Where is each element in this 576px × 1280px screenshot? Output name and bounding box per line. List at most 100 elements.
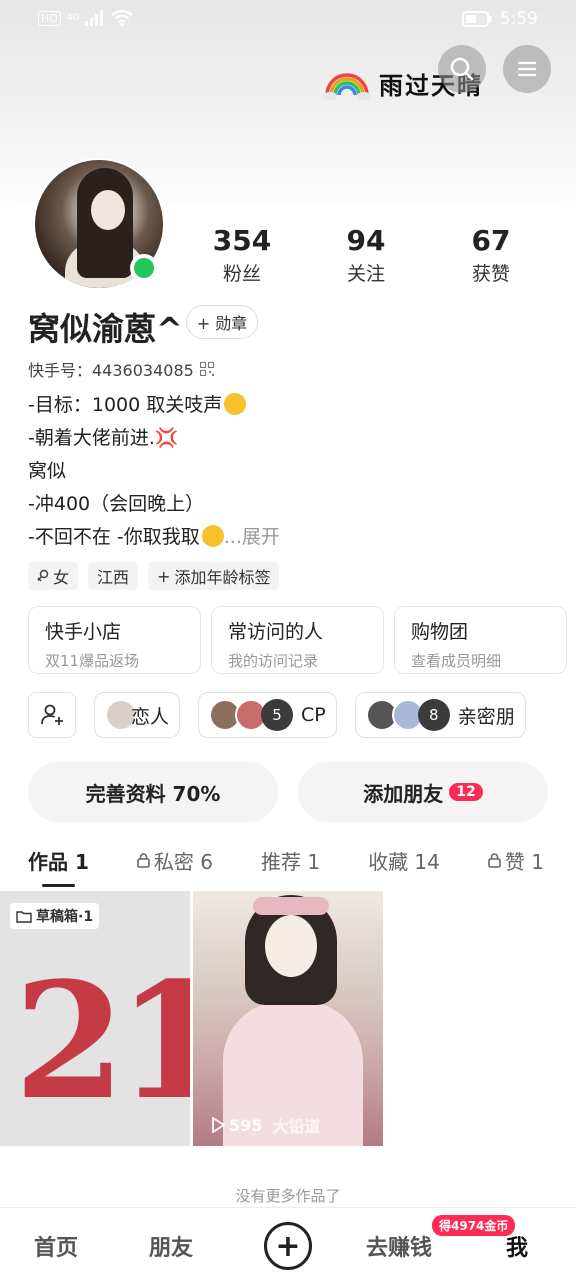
stat-label: 关注 [346,263,385,285]
quick-entry-row: 快手小店 双11爆品返场 常访问的人 我的访问记录 购物团 查看成员明细 [28,606,567,674]
coin-reward-badge: 得4974金币 [432,1215,516,1236]
add-badge-button[interactable]: + 勋章 [186,305,258,339]
tab-label: 赞 1 [504,850,544,874]
works-grid: 草稿箱·1 21 595 大铅道 [0,891,383,1146]
nav-earn[interactable]: 去赚钱 [366,1230,432,1262]
tag-label: 添加年龄标签 [174,568,271,587]
clock: 5:59 [499,9,538,29]
wink-emoji-icon [224,393,247,415]
profile-actions: 完善资料 70% 添加朋友 12 [28,762,548,822]
relation-label: 恋人 [131,705,170,728]
tab-label: 推荐 1 [260,850,321,874]
card-title: 常访问的人 [228,621,324,643]
kuaishou-shop-card[interactable]: 快手小店 双11爆品返场 [28,606,201,674]
bio-expand-link[interactable]: ...展开 [224,526,280,548]
hd-indicator: HD [38,10,61,26]
card-subtitle: 我的访问记录 [228,652,319,670]
folder-icon [16,910,32,923]
wifi-icon [111,10,134,26]
tag-add-age[interactable]: + 添加年龄标签 [148,562,280,590]
card-subtitle: 双11爆品返场 [45,652,140,670]
bio-line-5: -不回不在 -你取我取 ...展开 [28,522,280,549]
card-subtitle: 查看成员明细 [411,652,502,670]
stat-label: 获赞 [471,263,510,285]
video-thumbnail-face [265,915,317,977]
no-more-works: 没有更多作品了 [235,1187,341,1205]
relation-close-friends[interactable]: 8 亲密朋 [354,692,526,738]
profile-name: 窝似渝蒽^ [28,310,183,348]
lock-icon [137,853,150,868]
relation-extra-count: 8 [417,699,450,731]
qr-code-icon[interactable] [199,362,214,376]
add-relation-button[interactable] [28,692,76,738]
profile-tags: 女 江西 + 添加年龄标签 [28,562,280,590]
nav-home[interactable]: 首页 [34,1230,78,1262]
upside-down-emoji-icon [201,525,224,547]
stat-label: 粉丝 [222,263,261,285]
play-count-value: 595 [229,1115,263,1135]
bottom-nav: 首页 朋友 + 去赚钱 得4974金币 我 [0,1207,576,1280]
female-icon [37,569,49,582]
kuaishou-id: 快手号：4436034085 [28,357,214,381]
card-title: 购物团 [411,621,469,643]
video-tile[interactable]: 595 大铅道 [193,891,383,1146]
tab-private[interactable]: 私密 6 [137,846,213,875]
draft-cover-number: 21 [14,947,190,1135]
tag-gender[interactable]: 女 [28,562,79,590]
tab-label: 收藏 14 [368,850,440,874]
button-label: 添加朋友 [363,781,444,806]
tab-favorites[interactable]: 收藏 14 [368,846,440,875]
anger-emoji-icon: 💢 [154,427,179,449]
avatar-face [91,190,125,230]
video-caption: 大铅道 [272,1117,321,1136]
tab-label: 私密 6 [153,850,213,874]
complete-profile-button[interactable]: 完善资料 70% [28,762,278,822]
stat-fans[interactable]: 354 粉丝 [187,225,297,286]
network-type: 4G [66,13,80,23]
shopping-group-card[interactable]: 购物团 查看成员明细 [394,606,567,674]
stat-likes[interactable]: 67 获赞 [436,225,546,286]
lock-icon [488,853,501,868]
play-icon [212,1117,225,1133]
card-title: 快手小店 [45,621,122,643]
relations-row: 恋人 5 CP 8 亲密朋 [28,692,526,738]
tab-likes[interactable]: 赞 1 [488,846,544,875]
relation-extra-count: 5 [261,699,294,731]
relation-label: CP [301,704,326,726]
content-tabs: 作品 1 私密 6 推荐 1 收藏 14 赞 1 [28,846,576,887]
bio-line-4: -冲400（会回晚上） [28,493,205,515]
menu-icon [518,61,536,77]
status-bar: HD 4G 5:59 [0,0,576,40]
tab-label: 作品 1 [28,850,89,874]
add-person-icon [41,704,63,725]
kuaishou-id-text: 快手号：4436034085 [28,361,194,380]
create-button[interactable]: + [264,1222,312,1270]
menu-button[interactable] [503,45,551,93]
tag-label: 江西 [97,568,130,587]
battery-icon [461,11,492,27]
bio-line-2-text: -朝着大佬前进. [28,427,155,449]
button-label: 完善资料 70% [85,781,221,806]
relation-lover[interactable]: 恋人 [94,692,181,738]
relation-cp[interactable]: 5 CP [198,692,337,738]
plus-icon: + [275,1228,301,1264]
draft-box-tile[interactable]: 草稿箱·1 21 [0,891,190,1146]
rainbow-icon [323,72,371,100]
tag-label: 女 [53,568,70,587]
stat-following[interactable]: 94 关注 [311,225,421,286]
plus-icon: + [157,566,171,586]
search-button[interactable] [438,45,486,93]
tab-recommend[interactable]: 推荐 1 [261,846,320,875]
draft-label-text: 草稿箱·1 [36,909,94,925]
friend-request-count: 12 [449,783,483,801]
frequent-visitors-card[interactable]: 常访问的人 我的访问记录 [211,606,384,674]
nav-me[interactable]: 我 [506,1230,528,1262]
tag-location[interactable]: 江西 [88,562,139,590]
bio-line-3: 窝似 [28,460,67,482]
draft-label: 草稿箱·1 [10,903,100,929]
tab-works[interactable]: 作品 1 [28,846,89,887]
add-friend-button[interactable]: 添加朋友 12 [298,762,548,822]
relation-label: 亲密朋 [457,705,515,728]
nav-friends[interactable]: 朋友 [149,1230,193,1262]
bio-line-1-text: -目标：1000 取关吱声 [28,394,223,416]
